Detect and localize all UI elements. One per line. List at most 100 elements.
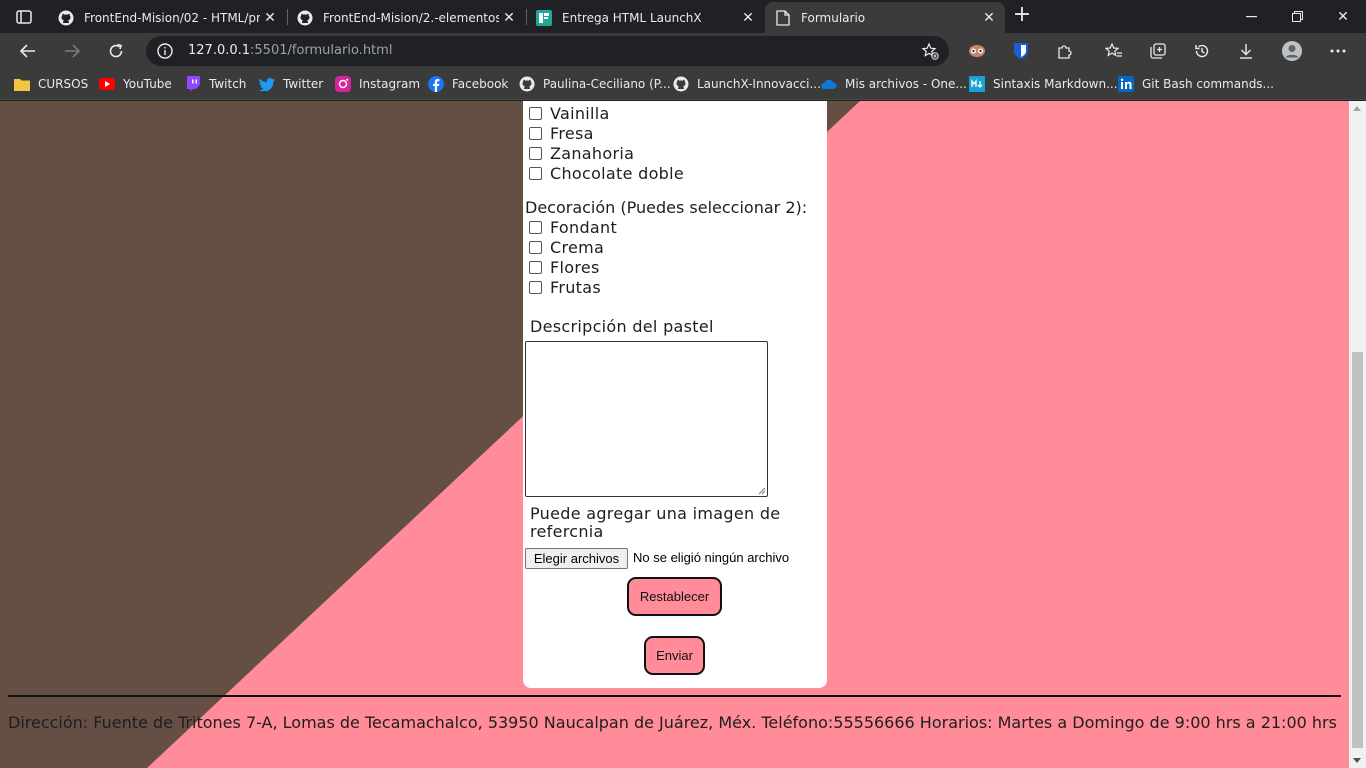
extensions-puzzle-icon[interactable]: [1051, 37, 1079, 65]
bookmark-twitch[interactable]: Twitch: [185, 75, 246, 93]
checkbox[interactable]: [529, 280, 542, 294]
bitwarden-shield-icon[interactable]: [1007, 37, 1035, 65]
bookmark-youtube[interactable]: YouTube: [99, 75, 172, 93]
reload-icon[interactable]: [102, 37, 130, 65]
bookmark-label: Paulina-Ceciliano (P...: [543, 77, 671, 91]
favorites-icon[interactable]: [1100, 37, 1128, 65]
checkbox[interactable]: [529, 106, 542, 120]
checkbox[interactable]: [529, 260, 542, 274]
reset-button[interactable]: Restablecer: [627, 577, 722, 616]
facebook-icon: [428, 76, 444, 92]
close-tab-icon[interactable]: ✕: [260, 10, 280, 26]
tab-entrega-html[interactable]: Entrega HTML LaunchX ✕: [526, 2, 764, 33]
profile-avatar-icon[interactable]: [1278, 37, 1306, 65]
bookmark-label: Mis archivos - One...: [845, 77, 967, 91]
flavor-option-vainilla[interactable]: Vainilla: [529, 103, 610, 123]
add-favorite-icon[interactable]: [921, 42, 939, 60]
restore-icon[interactable]: [1274, 0, 1320, 33]
checkbox[interactable]: [529, 166, 542, 180]
tab-formulario[interactable]: Formulario ✕: [765, 2, 1005, 33]
markdown-icon: [969, 76, 985, 92]
linkedin-icon: [1118, 76, 1134, 92]
bookmark-label: YouTube: [123, 77, 172, 91]
vertical-scrollbar[interactable]: [1349, 101, 1366, 768]
address-bar[interactable]: 127.0.0.1:5501/formulario.html: [146, 36, 949, 66]
github-icon: [297, 10, 313, 26]
bookmark-facebook[interactable]: Facebook: [428, 75, 508, 93]
tab-title: FrontEnd-Mision/02 - HTML/pro: [84, 10, 260, 25]
flavor-label: Chocolate doble: [550, 163, 685, 183]
forward-icon[interactable]: [58, 37, 86, 65]
scroll-up-icon[interactable]: [1353, 106, 1361, 111]
history-icon[interactable]: [1188, 37, 1216, 65]
checkbox[interactable]: [529, 146, 542, 160]
new-tab-icon[interactable]: +: [1010, 4, 1034, 28]
resize-grip-icon[interactable]: [758, 487, 766, 495]
bookmark-instagram[interactable]: Instagram: [335, 75, 420, 93]
minimize-icon[interactable]: [1228, 0, 1274, 33]
decoration-label: Frutas: [550, 277, 601, 297]
settings-more-icon[interactable]: [1324, 37, 1352, 65]
flavor-option-zanahoria[interactable]: Zanahoria: [529, 143, 634, 163]
choose-files-button[interactable]: Elegir archivos: [525, 548, 628, 569]
checkbox[interactable]: [529, 220, 542, 234]
bookmark-github-paulina[interactable]: Paulina-Ceciliano (P...: [519, 75, 671, 93]
flavor-label: Zanahoria: [550, 143, 635, 163]
address-url[interactable]: 127.0.0.1:5501/formulario.html: [188, 43, 392, 58]
scroll-down-icon[interactable]: [1353, 758, 1361, 763]
onedrive-icon: [821, 76, 837, 92]
github-icon: [673, 76, 689, 92]
url-host: 127.0.0.1: [188, 43, 251, 58]
bookmark-onedrive[interactable]: Mis archivos - One...: [821, 75, 967, 93]
bookmark-label: Sintaxis Markdown...: [993, 77, 1118, 91]
bookmark-git-bash[interactable]: Git Bash commands...: [1118, 75, 1274, 93]
tab-actions-icon[interactable]: [8, 6, 40, 28]
close-window-icon[interactable]: ✕: [1320, 0, 1366, 33]
site-info-icon[interactable]: [156, 42, 174, 60]
github-icon: [519, 76, 535, 92]
downloads-icon[interactable]: [1232, 37, 1260, 65]
image-label: Puede agregar una imagen de refercnia: [530, 504, 781, 541]
tab-title: FrontEnd-Mision/2.-elementosCo: [323, 10, 499, 25]
bookmark-cursos[interactable]: CURSOS: [14, 75, 88, 93]
decoration-label: Flores: [550, 257, 600, 277]
close-tab-icon[interactable]: ✕: [979, 10, 999, 26]
tab-frontend-mision-html[interactable]: FrontEnd-Mision/02 - HTML/pro ✕: [48, 2, 286, 33]
checkbox[interactable]: [529, 240, 542, 254]
bookmark-label: Facebook: [452, 77, 509, 91]
scrollbar-thumb[interactable]: [1352, 352, 1363, 748]
bookmark-label: Git Bash commands...: [1142, 77, 1274, 91]
decoration-option-flores[interactable]: Flores: [529, 257, 600, 277]
close-tab-icon[interactable]: ✕: [738, 10, 758, 26]
collections-icon[interactable]: [1144, 37, 1172, 65]
flavor-option-fresa[interactable]: Fresa: [529, 123, 594, 143]
twitch-icon: [185, 76, 201, 92]
footer-address: Dirección: Fuente de Tritones 7-A, Lomas…: [8, 713, 1337, 732]
submit-button[interactable]: Enviar: [644, 636, 705, 675]
page-icon: [775, 9, 791, 26]
decoration-option-frutas[interactable]: Frutas: [529, 277, 601, 297]
bookmark-twitter[interactable]: Twitter: [259, 75, 323, 93]
tab-frontend-mision-elementos[interactable]: FrontEnd-Mision/2.-elementosCo ✕: [287, 2, 525, 33]
bookmark-github-launchx[interactable]: LaunchX-Innovacci...: [673, 75, 821, 93]
description-textarea[interactable]: [525, 341, 768, 497]
form-app-icon: [536, 9, 552, 26]
bookmark-label: Twitch: [209, 77, 247, 91]
close-tab-icon[interactable]: ✕: [499, 10, 519, 26]
back-icon[interactable]: [14, 37, 42, 65]
decoration-option-fondant[interactable]: Fondant: [529, 217, 617, 237]
checkbox[interactable]: [529, 126, 542, 140]
bookmark-markdown[interactable]: Sintaxis Markdown...: [969, 75, 1118, 93]
github-icon: [58, 10, 74, 26]
tab-title: Formulario: [801, 10, 866, 25]
extension-mask-icon[interactable]: [963, 37, 991, 65]
bookmark-label: Instagram: [359, 77, 421, 91]
youtube-icon: [99, 76, 115, 92]
decoration-label: Crema: [550, 237, 605, 257]
decoration-label: Fondant: [550, 217, 618, 237]
flavor-option-chocolate-doble[interactable]: Chocolate doble: [529, 163, 684, 183]
footer-divider: [8, 695, 1341, 697]
tab-title: Entrega HTML LaunchX: [562, 10, 702, 25]
decoration-option-crema[interactable]: Crema: [529, 237, 604, 257]
toolbar: 127.0.0.1:5501/formulario.html: [0, 33, 1366, 69]
